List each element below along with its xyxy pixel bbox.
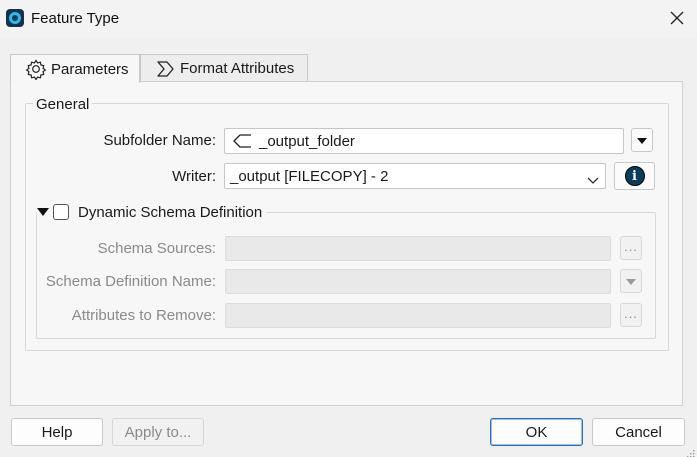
window-title: Feature Type — [31, 10, 120, 27]
schema-definition-name-field[interactable] — [225, 269, 611, 294]
tab-format-attributes[interactable]: Format Attributes — [140, 54, 308, 82]
tab-parameters-label: Parameters — [51, 60, 129, 78]
schema-sources-ellipsis: ... — [624, 238, 638, 254]
sigma-icon — [156, 60, 176, 78]
fme-app-icon — [6, 9, 24, 27]
resize-grip-icon[interactable] — [685, 445, 695, 457]
schema-sources-field[interactable] — [225, 236, 611, 261]
writer-value: _output [FILECOPY] - 2 — [230, 167, 389, 185]
cancel-button[interactable]: Cancel — [592, 418, 685, 446]
tab-parameters[interactable]: Parameters — [10, 54, 140, 83]
apply-to-button[interactable]: Apply to... — [112, 418, 204, 446]
ok-button[interactable]: OK — [490, 418, 583, 446]
writer-select[interactable]: _output [FILECOPY] - 2 — [224, 163, 606, 189]
dynamic-schema-label: Dynamic Schema Definition — [78, 203, 263, 221]
title-bar: Feature Type — [0, 0, 697, 38]
writer-label: Writer: — [172, 168, 216, 185]
subfolder-name-label: Subfolder Name: — [103, 132, 216, 149]
dynamic-schema-checkbox[interactable] — [53, 204, 69, 220]
dynamic-schema-header: Dynamic Schema Definition — [37, 203, 267, 221]
schema-definition-menu-button[interactable] — [620, 269, 642, 293]
tab-format-attributes-label: Format Attributes — [180, 60, 295, 77]
attribute-value-icon — [231, 133, 253, 149]
gear-icon — [25, 58, 47, 80]
schema-definition-name-label: Schema Definition Name: — [45, 273, 216, 290]
attributes-to-remove-field[interactable] — [225, 303, 611, 328]
help-button[interactable]: Help — [11, 418, 103, 446]
caret-down-icon — [636, 132, 648, 149]
attributes-to-remove-label: Attributes to Remove: — [71, 307, 216, 324]
schema-sources-label: Schema Sources: — [97, 240, 216, 257]
attributes-to-remove-browse-button[interactable]: ... — [620, 303, 642, 327]
attributes-to-remove-ellipsis: ... — [624, 305, 638, 321]
schema-sources-browse-button[interactable]: ... — [620, 236, 642, 260]
chevron-down-icon — [587, 172, 599, 189]
subfolder-name-value: _output_folder — [259, 132, 355, 150]
subfolder-menu-button[interactable] — [631, 128, 653, 152]
subfolder-name-field[interactable]: _output_folder — [224, 128, 624, 154]
general-legend: General — [33, 96, 93, 113]
close-icon[interactable] — [667, 8, 687, 28]
writer-info-button[interactable]: i — [614, 162, 655, 190]
collapse-triangle-icon[interactable] — [37, 208, 49, 216]
caret-down-icon — [625, 273, 637, 290]
info-icon: i — [624, 166, 645, 186]
